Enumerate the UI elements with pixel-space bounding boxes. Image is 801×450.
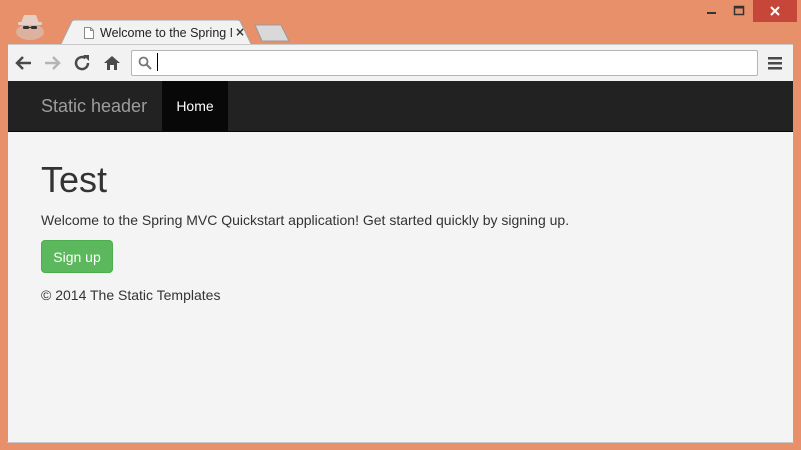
incognito-icon [16, 15, 44, 40]
page-heading: Test [41, 159, 108, 200]
minimize-icon[interactable] [697, 0, 725, 22]
page-icon [84, 27, 94, 39]
close-tab-icon[interactable]: × [234, 25, 246, 39]
navbar-brand[interactable]: Static header [41, 95, 147, 117]
maximize-icon[interactable] [725, 0, 753, 22]
search-icon [138, 56, 152, 70]
address-input[interactable] [157, 53, 748, 71]
browser-tab-active[interactable]: Welcome to the Spring MVC Quickstart app… [60, 20, 252, 46]
browser-toolbar [8, 44, 793, 82]
navbar: Static header Home [8, 81, 793, 132]
nav-item-home-label: Home [176, 98, 214, 114]
forward-arrow-icon[interactable] [40, 51, 64, 75]
tab-title: Welcome to the Spring MVC Quickstart app… [100, 26, 232, 40]
back-arrow-icon[interactable] [12, 51, 36, 75]
intro-text: Welcome to the Spring MVC Quickstart app… [41, 212, 570, 228]
window-bottom-border [7, 442, 794, 443]
page-viewport: Static header Home Test Welcome to the S… [8, 81, 793, 442]
home-icon[interactable] [100, 51, 124, 75]
menu-icon[interactable] [768, 55, 782, 71]
browser-window: Welcome to the Spring MVC Quickstart app… [0, 0, 801, 450]
footer-text: © 2014 The Static Templates [41, 287, 221, 303]
close-icon[interactable] [753, 0, 797, 22]
nav-item-home[interactable]: Home [162, 81, 228, 131]
new-tab-button[interactable] [254, 24, 290, 42]
sign-up-button[interactable]: Sign up [41, 240, 113, 273]
address-bar[interactable] [131, 50, 758, 76]
reload-icon[interactable] [70, 51, 94, 75]
